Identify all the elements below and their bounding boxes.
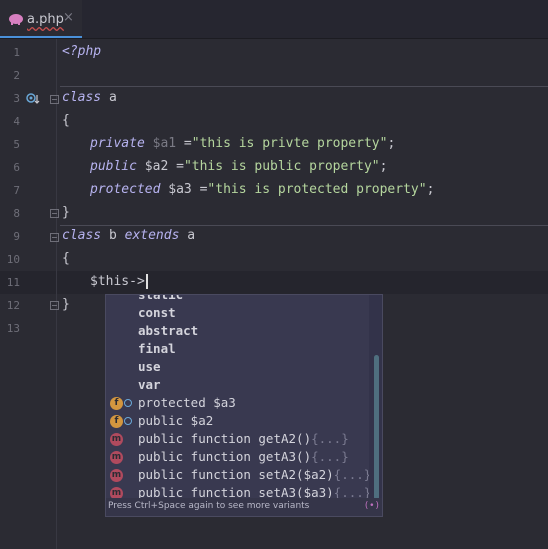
line-number: 5 <box>13 138 20 151</box>
fold-icon[interactable] <box>50 209 59 218</box>
text-caret <box>145 274 148 289</box>
completion-item[interactable]: abstract <box>138 323 198 338</box>
completion-item[interactable]: public function getA3(){...} <box>138 449 349 464</box>
parameter-info-icon[interactable]: (•) <box>364 501 380 511</box>
field-icon: f <box>110 397 123 410</box>
completion-item[interactable]: final <box>138 341 176 356</box>
line-number: 6 <box>13 161 20 174</box>
popup-footer: Press Ctrl+Space again to see more varia… <box>106 498 382 516</box>
tab-a-php[interactable]: a.php × <box>0 0 82 38</box>
tab-filename: a.php <box>27 12 64 27</box>
code-line-7: protected $a3 ="this is protected proper… <box>90 182 435 197</box>
line-number: 11 <box>6 276 20 289</box>
line-number: 9 <box>13 230 20 243</box>
method-separator <box>60 225 548 226</box>
line-number: 8 <box>13 207 20 220</box>
current-line-highlight <box>0 271 548 294</box>
line-number: 4 <box>13 115 20 128</box>
code-line-12: } <box>62 297 70 312</box>
visibility-icon <box>124 399 132 407</box>
php-elephant-icon <box>9 14 23 25</box>
fold-icon[interactable] <box>50 233 59 242</box>
completion-item[interactable]: public $a2 <box>138 413 213 428</box>
line-number: 13 <box>6 322 20 335</box>
code-line-10: { <box>62 251 70 266</box>
close-icon[interactable]: × <box>63 10 74 25</box>
method-icon: m <box>110 451 123 464</box>
implemented-subclass-icon[interactable] <box>26 93 40 105</box>
completion-item[interactable]: var <box>138 377 161 392</box>
completion-item[interactable]: public function setA2($a2){...} <box>138 467 371 482</box>
completion-popup: static const abstract final use var f pr… <box>105 294 383 517</box>
completion-item[interactable]: const <box>138 305 176 320</box>
line-number: 2 <box>13 69 20 82</box>
editor-tab-bar: a.php × <box>0 0 548 39</box>
line-number: 10 <box>6 253 20 266</box>
completion-item[interactable]: protected $a3 <box>138 395 236 410</box>
completion-item[interactable]: use <box>138 359 161 374</box>
popup-scrollbar-thumb[interactable] <box>374 355 379 500</box>
fold-icon[interactable] <box>50 301 59 310</box>
code-line-6: public $a2 ="this is public property"; <box>90 159 388 174</box>
method-icon: m <box>110 433 123 446</box>
method-separator <box>60 86 548 87</box>
line-number: 1 <box>13 46 20 59</box>
code-line-9: class b extends a <box>62 228 196 243</box>
completion-hint: Press Ctrl+Space again to see more varia… <box>108 501 310 511</box>
code-line-8: } <box>62 205 70 220</box>
code-line-4: { <box>62 113 70 128</box>
code-line-1: <?php <box>62 44 102 59</box>
code-line-3: class a <box>62 90 117 105</box>
method-icon: m <box>110 469 123 482</box>
completion-item[interactable]: static <box>138 295 183 302</box>
field-icon: f <box>110 415 123 428</box>
fold-icon[interactable] <box>50 95 59 104</box>
line-number: 7 <box>13 184 20 197</box>
line-number: 3 <box>13 92 20 105</box>
completion-item[interactable]: public function getA2(){...} <box>138 431 349 446</box>
line-number: 12 <box>6 299 20 312</box>
code-line-5: private $a1 ="this is privte property"; <box>90 136 396 151</box>
gutter: 1 2 3 4 5 6 7 8 9 10 11 12 13 <box>0 39 59 549</box>
visibility-icon <box>124 417 132 425</box>
code-line-11: $this-> <box>90 274 148 289</box>
